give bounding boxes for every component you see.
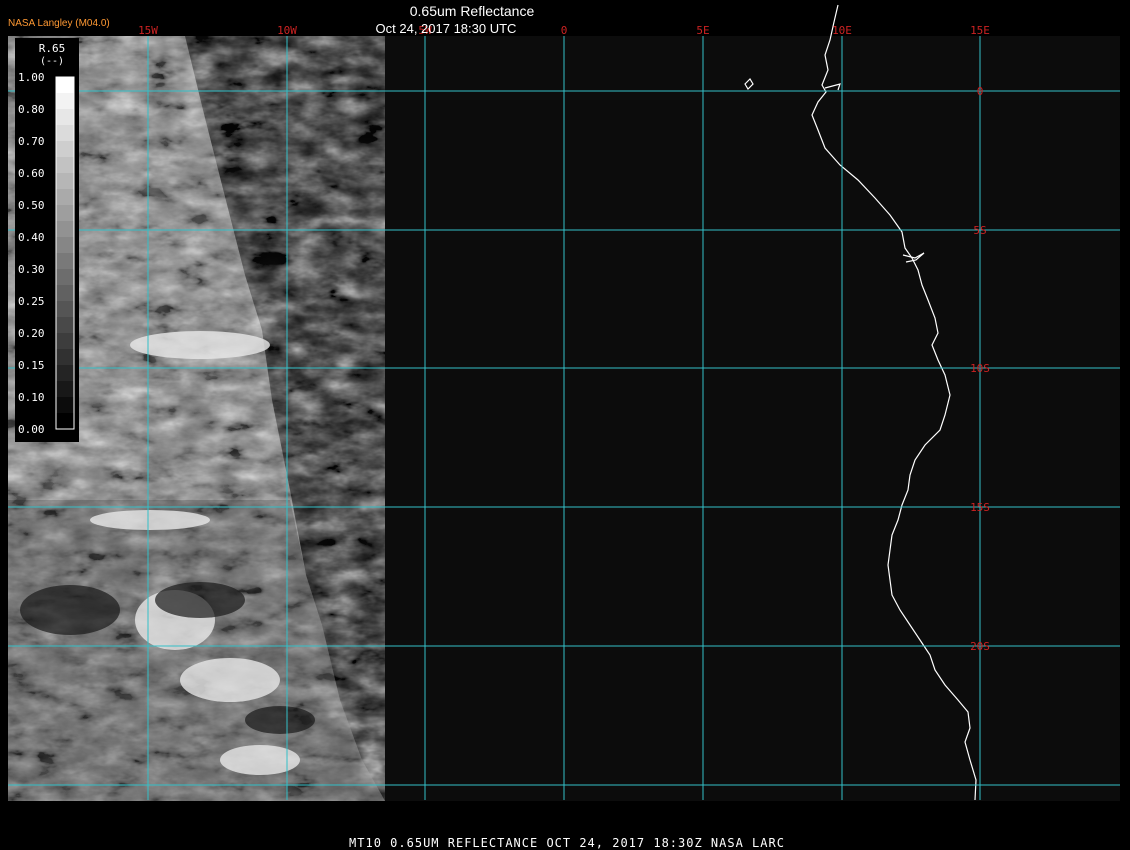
legend-color-step: [56, 285, 74, 302]
longitude-label: 15W: [138, 24, 158, 37]
footer-caption: MT10 0.65UM REFLECTANCE OCT 24, 2017 18:…: [349, 836, 785, 850]
latitude-label: 15S: [970, 501, 990, 514]
legend-tick-label: 0.10: [18, 391, 45, 404]
legend-color-step: [56, 349, 74, 366]
legend-tick-label: 0.30: [18, 263, 45, 276]
legend-color-step: [56, 205, 74, 222]
legend-tick-label: 0.15: [18, 359, 45, 372]
latitude-label: 20S: [970, 640, 990, 653]
legend-tick-label: 0.00: [18, 423, 45, 436]
latitude-label: 5S: [973, 224, 986, 237]
legend-tick-label: 0.50: [18, 199, 45, 212]
legend-color-step: [56, 333, 74, 350]
legend-color-step: [56, 125, 74, 142]
longitude-label: 5E: [696, 24, 709, 37]
legend-color-step: [56, 141, 74, 158]
longitude-label: 10E: [832, 24, 852, 37]
reflectance-map: 15W 10W 5W 0 5E 10E 15E05S10S15S20S NASA Langl…: [8, 3, 1120, 850]
legend-color-step: [56, 381, 74, 398]
longitude-label: 10W: [277, 24, 297, 37]
image-datetime: Oct 24, 2017 18:30 UTC: [376, 21, 517, 36]
satellite-image-viewer: 15W 10W 5W 0 5E 10E 15E 0 5S 10S 15S 20S NASA Langl…: [0, 0, 1130, 850]
latitude-label: 0: [977, 85, 984, 98]
legend-tick-label: 0.60: [18, 167, 45, 180]
legend-color-step: [56, 365, 74, 382]
legend-color-step: [56, 317, 74, 334]
legend-tick-label: 0.70: [18, 135, 45, 148]
longitude-label: 0: [561, 24, 568, 37]
legend-color-step: [56, 77, 74, 94]
legend-color-step: [56, 173, 74, 190]
legend-color-step: [56, 93, 74, 110]
legend-color-step: [56, 413, 74, 430]
image-title: 0.65um Reflectance: [410, 3, 535, 19]
longitude-label: 15E: [970, 24, 990, 37]
legend-color-step: [56, 237, 74, 254]
legend-color-step: [56, 109, 74, 126]
legend-units: (--): [40, 56, 64, 67]
agency-label: NASA Langley (M04.0): [8, 18, 110, 29]
colorbar-legend: R.65 (--) 1.00 0.80 0.70 0.60 0.50 0.40 0.30 0.…: [15, 38, 79, 442]
legend-color-step: [56, 269, 74, 286]
legend-color-step: [56, 397, 74, 414]
legend-color-step: [56, 253, 74, 270]
legend-tick-label: 0.80: [18, 103, 45, 116]
legend-tick-label: 0.20: [18, 327, 45, 340]
legend-tick-label: 0.25: [18, 295, 45, 308]
legend-color-step: [56, 301, 74, 318]
legend-color-step: [56, 157, 74, 174]
legend-title: R.65: [39, 42, 66, 55]
legend-tick-label: 0.40: [18, 231, 45, 244]
legend-tick-label: 1.00: [18, 71, 45, 84]
latitude-label: 10S: [970, 362, 990, 375]
legend-color-step: [56, 189, 74, 206]
legend-color-step: [56, 221, 74, 238]
